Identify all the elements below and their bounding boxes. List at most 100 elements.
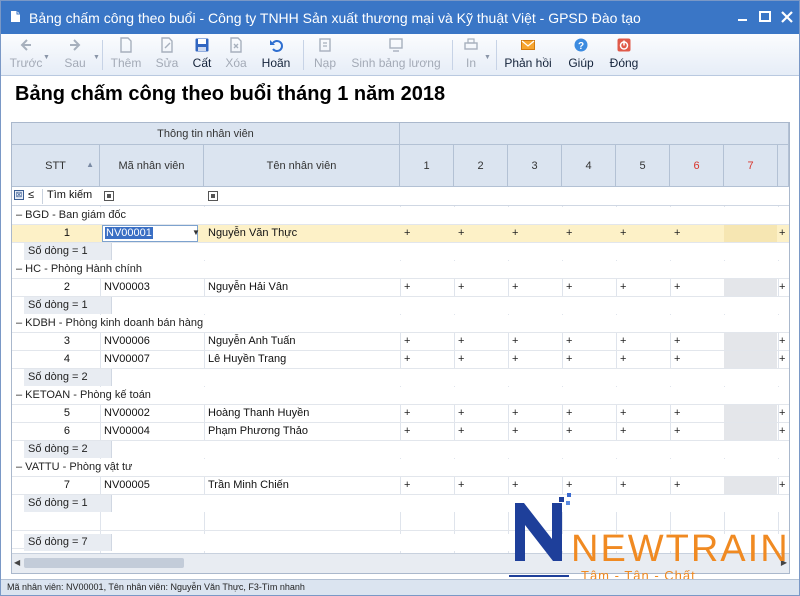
group-row[interactable]: – BGD - Ban giám đốc	[12, 207, 789, 225]
column-header-name[interactable]: Tên nhân viên	[204, 145, 400, 187]
attendance-mark[interactable]: +	[779, 281, 785, 293]
group-row[interactable]: – KETOAN - Phòng kế toán	[12, 387, 789, 405]
attendance-mark[interactable]: +	[404, 407, 410, 419]
column-header-day[interactable]: 2	[454, 145, 508, 187]
print-dropdown-icon[interactable]: ▼	[484, 54, 491, 61]
attendance-mark[interactable]: +	[779, 407, 785, 419]
help-button[interactable]: ? Giúp	[563, 36, 599, 74]
close-button[interactable]: Đóng	[605, 36, 643, 74]
attendance-mark[interactable]: +	[779, 227, 785, 239]
group-row[interactable]: – KDBH - Phòng kinh doanh bán hàng	[12, 315, 789, 333]
table-row[interactable]: 2 NV00003 Nguyễn Hải Vân + + + + + + +	[12, 279, 789, 297]
undo-button[interactable]: Hoãn	[257, 36, 295, 74]
name-filter-icon[interactable]	[208, 191, 218, 201]
attendance-mark[interactable]: +	[620, 335, 626, 347]
cell-employee-code[interactable]: NV00004	[104, 425, 150, 437]
table-row[interactable]: 1 NV00001 ▼ Nguyễn Văn Thực + + + + + + +	[12, 225, 789, 243]
attendance-mark[interactable]: +	[779, 353, 785, 365]
attendance-mark[interactable]: +	[512, 353, 518, 365]
attendance-mark[interactable]: +	[674, 335, 680, 347]
column-header-day[interactable]: 1	[400, 145, 454, 187]
attendance-mark[interactable]: +	[779, 479, 785, 491]
weekend-cell[interactable]	[724, 423, 777, 440]
weekend-cell[interactable]	[724, 351, 777, 368]
table-row[interactable]: 4 NV00007 Lê Huyền Trang + + + + + + +	[12, 351, 789, 369]
attendance-mark[interactable]: +	[404, 425, 410, 437]
attendance-mark[interactable]: +	[779, 335, 785, 347]
attendance-mark[interactable]: +	[674, 425, 680, 437]
weekend-cell[interactable]	[724, 279, 777, 296]
close-window-icon[interactable]	[779, 9, 795, 25]
attendance-mark[interactable]: +	[620, 479, 626, 491]
minimize-icon[interactable]	[735, 9, 751, 25]
filter-toggle-icon[interactable]: ⊠	[14, 190, 24, 200]
column-header-day[interactable]: 3	[508, 145, 562, 187]
attendance-mark[interactable]: +	[404, 335, 410, 347]
column-header-day-overflow[interactable]	[778, 145, 789, 187]
load-button[interactable]: Nạp	[307, 36, 343, 74]
cell-employee-code[interactable]: NV00006	[104, 335, 150, 347]
attendance-mark[interactable]: +	[674, 353, 680, 365]
attendance-mark[interactable]: +	[458, 335, 464, 347]
cell-employee-code[interactable]: NV00007	[104, 353, 150, 365]
employee-code-combobox[interactable]: NV00001	[102, 225, 198, 242]
attendance-mark[interactable]: +	[674, 407, 680, 419]
attendance-mark[interactable]: +	[458, 227, 464, 239]
maximize-icon[interactable]	[757, 9, 773, 25]
feedback-button[interactable]: Phản hồi	[502, 36, 554, 74]
column-header-stt[interactable]: STT ▲	[12, 145, 100, 187]
attendance-mark[interactable]: +	[620, 407, 626, 419]
attendance-mark[interactable]: +	[620, 425, 626, 437]
column-header-day[interactable]: 5	[616, 145, 670, 187]
group-row[interactable]: – VATTU - Phòng vật tư	[12, 459, 789, 477]
filter-operator[interactable]: ≤	[28, 189, 34, 201]
cell-employee-code[interactable]: NV00002	[104, 407, 150, 419]
group-row[interactable]: – HC - Phòng Hành chính	[12, 261, 789, 279]
back-button[interactable]: Trước	[7, 36, 45, 74]
attendance-mark[interactable]: +	[458, 425, 464, 437]
attendance-mark[interactable]: +	[566, 281, 572, 293]
sort-icon[interactable]: ▲	[86, 160, 94, 169]
table-row[interactable]: 6 NV00004 Phạm Phương Thảo + + + + + + +	[12, 423, 789, 441]
attendance-mark[interactable]: +	[674, 479, 680, 491]
attendance-mark[interactable]: +	[512, 281, 518, 293]
cell-employee-code[interactable]: NV00005	[104, 479, 150, 491]
attendance-mark[interactable]: +	[674, 281, 680, 293]
attendance-mark[interactable]: +	[620, 227, 626, 239]
table-row[interactable]: 3 NV00006 Nguyễn Anh Tuấn + + + + + + +	[12, 333, 789, 351]
weekend-cell[interactable]	[724, 225, 777, 242]
attendance-mark[interactable]: +	[512, 425, 518, 437]
attendance-mark[interactable]: +	[512, 227, 518, 239]
save-button[interactable]: Cất	[187, 36, 217, 74]
attendance-mark[interactable]: +	[566, 335, 572, 347]
attendance-mark[interactable]: +	[779, 425, 785, 437]
attendance-mark[interactable]: +	[620, 281, 626, 293]
attendance-mark[interactable]: +	[566, 479, 572, 491]
column-header-code[interactable]: Mã nhân viên	[100, 145, 204, 187]
attendance-mark[interactable]: +	[566, 227, 572, 239]
code-filter-icon[interactable]	[104, 191, 114, 201]
attendance-mark[interactable]: +	[566, 425, 572, 437]
attendance-mark[interactable]: +	[404, 281, 410, 293]
back-dropdown-icon[interactable]: ▼	[43, 54, 50, 61]
attendance-mark[interactable]: +	[458, 407, 464, 419]
attendance-mark[interactable]: +	[566, 353, 572, 365]
attendance-mark[interactable]: +	[674, 227, 680, 239]
column-header-day[interactable]: 4	[562, 145, 616, 187]
print-button[interactable]: In	[458, 36, 484, 74]
column-header-day[interactable]: 7	[724, 145, 778, 187]
scrollbar-thumb[interactable]	[24, 558, 184, 568]
weekend-cell[interactable]	[724, 333, 777, 350]
attendance-mark[interactable]: +	[404, 479, 410, 491]
attendance-mark[interactable]: +	[620, 353, 626, 365]
attendance-mark[interactable]: +	[512, 407, 518, 419]
attendance-mark[interactable]: +	[566, 407, 572, 419]
forward-dropdown-icon[interactable]: ▼	[93, 54, 100, 61]
weekend-cell[interactable]	[724, 405, 777, 422]
column-header-day[interactable]: 6	[670, 145, 724, 187]
attendance-mark[interactable]: +	[512, 479, 518, 491]
add-button[interactable]: Thêm	[106, 36, 146, 74]
generate-payroll-button[interactable]: Sinh bảng lương	[347, 36, 445, 74]
scroll-left-icon[interactable]: ◀	[14, 558, 20, 567]
attendance-mark[interactable]: +	[512, 335, 518, 347]
